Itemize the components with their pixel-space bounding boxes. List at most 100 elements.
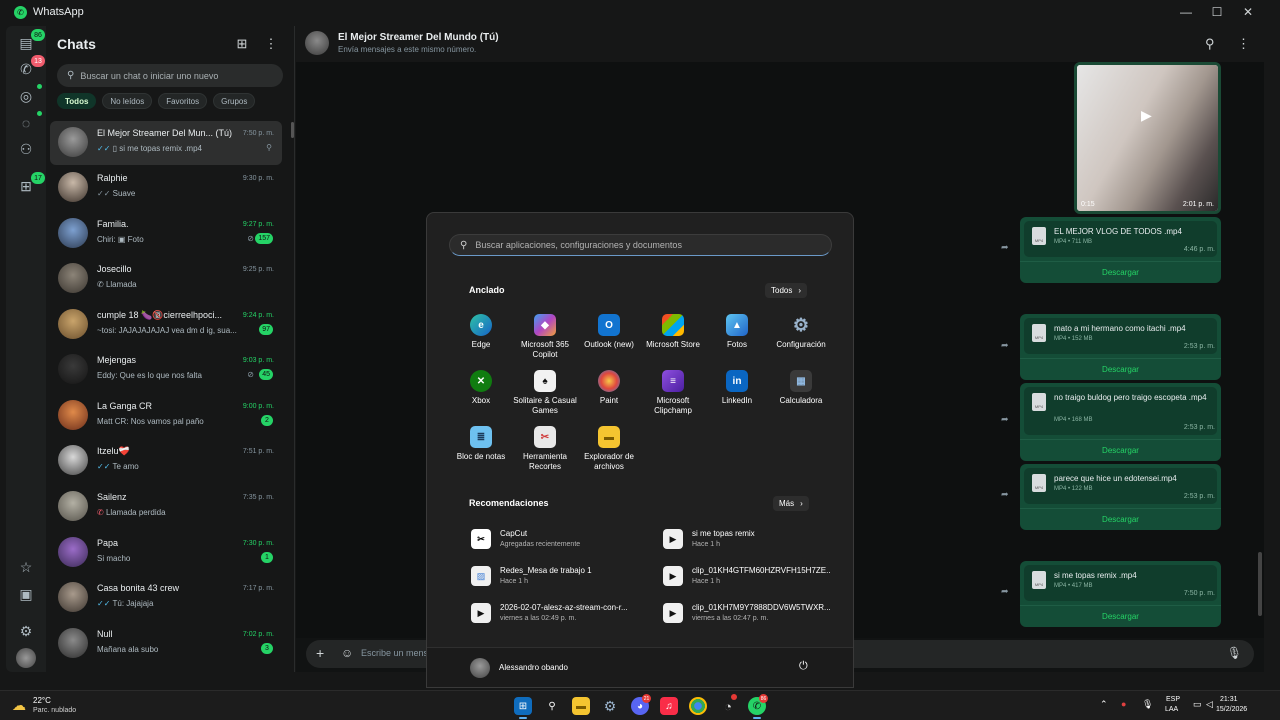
chat-item[interactable]: El Mejor Streamer Del Mun... (Tú) 7:50 p… [50, 121, 282, 165]
language-code[interactable]: ESP [1166, 696, 1180, 703]
chat-item[interactable]: La Ganga CR 9:00 p. m. Matt CR: Nos vamo… [50, 394, 282, 438]
forward-icon[interactable]: ➦ [1001, 340, 1009, 351]
app-file-explorer[interactable]: ▬ Explorador de archivos [577, 426, 641, 478]
app-edge[interactable]: e Edge [449, 314, 513, 366]
forward-icon[interactable]: ➦ [1001, 242, 1009, 253]
close-button[interactable]: ✕ [1231, 0, 1265, 24]
weather-desc[interactable]: Parc. nublado [33, 707, 76, 714]
filter-groups[interactable]: Grupos [213, 93, 256, 109]
status-icon[interactable]: ◎ [16, 86, 36, 106]
music-icon[interactable]: ♫ [660, 697, 678, 715]
start-menu: ⚲ Buscar aplicaciones, configuraciones y… [426, 212, 854, 688]
conversation-header[interactable]: El Mejor Streamer Del Mundo (Tú) Envía m… [296, 26, 1264, 62]
chat-list-scrollbar[interactable] [291, 122, 294, 138]
emoji-icon[interactable]: ☺ [341, 646, 353, 660]
starred-icon[interactable]: ☆ [16, 557, 36, 577]
download-button[interactable]: Descargar [1020, 605, 1221, 627]
app-solitaire[interactable]: ♠ Solitaire & Casual Games [513, 370, 577, 422]
all-apps-button[interactable]: Todos › [765, 283, 808, 298]
clock-time[interactable]: 21:31 [1220, 696, 1238, 703]
app-settings[interactable]: ⚙ Configuración [769, 314, 833, 366]
more-button[interactable]: Más › [773, 496, 809, 511]
network-icon[interactable]: ▭ [1193, 699, 1202, 710]
chevron-up-icon[interactable]: ⌃ [1100, 699, 1108, 710]
menu-icon[interactable]: ⋮ [1237, 36, 1250, 52]
contact-avatar[interactable] [305, 31, 329, 55]
windows-start-icon[interactable]: ⊞ [514, 697, 532, 719]
chat-item[interactable]: Papa 7:30 p. m. Si macho 1 [50, 531, 282, 575]
communities-icon[interactable]: ⚇ [16, 139, 36, 159]
chat-item[interactable]: Sailenz 7:35 p. m. ✆ Llamada perdida [50, 485, 282, 529]
power-icon[interactable]: ⏻ [799, 660, 808, 673]
conversation-scrollbar[interactable] [1258, 552, 1262, 616]
archived-icon[interactable]: ▣ [16, 584, 36, 604]
video-message[interactable]: ▶ 0:15 2:01 p. m. [1074, 62, 1221, 214]
play-icon[interactable]: ▶ [1141, 107, 1152, 124]
chat-item[interactable]: Familia. 9:27 p. m. Chiri: ▣ Foto ⊘ 157 [50, 212, 282, 256]
settings-icon[interactable]: ⚙ [601, 697, 619, 715]
app-photos[interactable]: ▲ Fotos [705, 314, 769, 366]
app-linkedin[interactable]: in LinkedIn [705, 370, 769, 422]
new-chat-icon[interactable]: ⊞ [234, 36, 250, 52]
chrome-icon[interactable] [689, 697, 707, 715]
filter-unread[interactable]: No leídos [102, 93, 153, 109]
attach-icon[interactable]: + [316, 645, 324, 661]
app-outlook[interactable]: O Outlook (new) [577, 314, 641, 366]
app-snipping-tool[interactable]: ✂ Herramienta Recortes [513, 426, 577, 478]
chat-item[interactable]: cumple 18 🍆🔞cierreelhpoci... 9:24 p. m. … [50, 303, 282, 347]
avatar [58, 172, 88, 202]
weather-icon[interactable]: ☁ [12, 697, 26, 714]
app-notepad[interactable]: ≣ Bloc de notas [449, 426, 513, 478]
file-explorer-icon[interactable]: ▬ [572, 697, 590, 715]
chat-item[interactable]: Itzelu❤️‍🩹 7:51 p. m. ✓✓ Te amo [50, 439, 282, 483]
menu-icon[interactable]: ⋮ [263, 36, 279, 52]
minimize-button[interactable]: — [1169, 0, 1203, 24]
recommendation-item[interactable]: ▶ 2026-02-07-alesz-az-stream-con-r... vi… [471, 601, 641, 629]
download-button[interactable]: Descargar [1020, 358, 1221, 380]
recommendation-item[interactable]: ✂ CapCut Agregadas recientemente [471, 527, 641, 555]
chat-item[interactable]: Mejengas 9:03 p. m. Eddy: Que es lo que … [50, 348, 282, 392]
search-icon[interactable]: ⚲ [543, 697, 561, 715]
download-button[interactable]: Descargar [1020, 508, 1221, 530]
app-microsoft-store[interactable]: Microsoft Store [641, 314, 705, 366]
app-paint[interactable]: Paint [577, 370, 641, 422]
tray-app-icon[interactable]: ● [1121, 699, 1126, 709]
user-name[interactable]: Alessandro obando [499, 663, 568, 672]
microphone-icon[interactable]: 🎙 [1227, 646, 1242, 660]
chat-item[interactable]: Null 7:02 p. m. Mañana ala subo 3 [50, 622, 282, 666]
recommendation-item[interactable]: ▶ clip_01KH4GTFM60HZRVFH15H7ZE... Hace 1… [663, 564, 833, 592]
weather-temp[interactable]: 22°C [33, 696, 51, 705]
download-button[interactable]: Descargar [1020, 261, 1221, 283]
chat-item[interactable]: Ralphie 9:30 p. m. ✓✓ Suave [50, 166, 282, 210]
clock-date[interactable]: 15/2/2026 [1216, 706, 1247, 713]
chat-item[interactable]: Josecillo 9:25 p. m. ✆ Llamada [50, 257, 282, 301]
forward-icon[interactable]: ➦ [1001, 489, 1009, 500]
download-button[interactable]: Descargar [1020, 439, 1221, 461]
channels-icon[interactable]: ◌ [16, 113, 36, 133]
maximize-button[interactable]: ☐ [1200, 0, 1234, 24]
capcut-icon: ✂ [471, 529, 491, 549]
app-calculator[interactable]: ▦ Calculadora [769, 370, 833, 422]
settings-icon[interactable]: ⚙ [16, 621, 36, 641]
volume-icon[interactable]: ◁ [1206, 699, 1213, 710]
app-clipchamp[interactable]: ≡ Microsoft Clipchamp [641, 370, 705, 422]
forward-icon[interactable]: ➦ [1001, 586, 1009, 597]
search-icon[interactable]: ⚲ [1205, 36, 1215, 52]
filter-favorites[interactable]: Favoritos [158, 93, 208, 109]
user-avatar[interactable] [470, 658, 490, 678]
filter-all[interactable]: Todos [57, 93, 97, 109]
recommendation-item[interactable]: ▶ si me topas remix Hace 1 h [663, 527, 833, 555]
keyboard-layout[interactable]: LAA [1165, 706, 1178, 713]
app-xbox[interactable]: ✕ Xbox [449, 370, 513, 422]
recommendation-item[interactable]: ▶ clip_01KH7M9Y7888DDV6W5TWXR... viernes… [663, 601, 833, 629]
chat-item[interactable]: Casa bonita 43 crew 7:17 p. m. ✓✓ Tú: Ja… [50, 576, 282, 620]
chat-search-input[interactable]: ⚲ Buscar un chat o iniciar uno nuevo [57, 64, 283, 87]
recommendation-item[interactable]: ▨ Redes_Mesa de trabajo 1 Hace 1 h [471, 564, 641, 592]
start-search-input[interactable]: ⚲ Buscar aplicaciones, configuraciones y… [449, 234, 832, 256]
app-m365-copilot[interactable]: ◆ Microsoft 365 Copilot [513, 314, 577, 366]
profile-avatar[interactable] [16, 648, 36, 668]
window-title: WhatsApp [33, 6, 84, 18]
forward-icon[interactable]: ➦ [1001, 414, 1009, 425]
chat-preview: ✆ Llamada perdida [97, 508, 166, 517]
microphone-icon[interactable]: 🎙 [1142, 699, 1153, 710]
